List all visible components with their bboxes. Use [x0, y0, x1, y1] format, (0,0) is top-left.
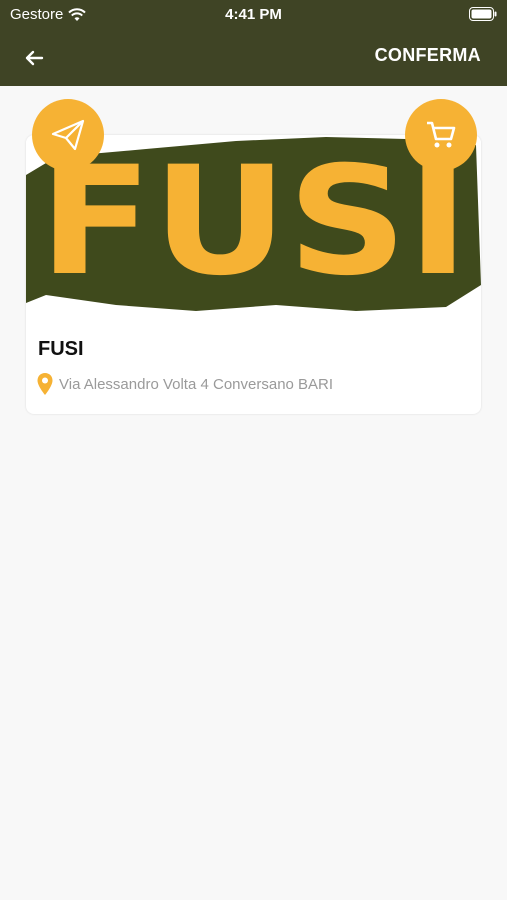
store-address: Via Alessandro Volta 4 Conversano BARI: [36, 372, 333, 396]
status-bar: Gestore 4:41 PM: [0, 0, 507, 28]
address-text: Via Alessandro Volta 4 Conversano BARI: [59, 375, 334, 393]
battery-icon: [469, 7, 497, 21]
cart-icon: [427, 121, 456, 148]
back-arrow-icon[interactable]: [20, 44, 48, 72]
location-pin-icon: [37, 373, 53, 395]
confirm-button[interactable]: CONFERMA: [375, 45, 481, 66]
logo-text: FUSI: [39, 135, 469, 309]
nav-bar: CONFERMA: [0, 28, 507, 86]
cart-button[interactable]: [405, 99, 477, 171]
send-button[interactable]: [32, 99, 104, 171]
store-logo-image: FUSI: [26, 135, 481, 315]
status-time: 4:41 PM: [225, 6, 282, 23]
store-name: FUSI: [38, 338, 84, 360]
fusi-logo: FUSI: [26, 135, 481, 311]
send-icon: [51, 119, 85, 151]
